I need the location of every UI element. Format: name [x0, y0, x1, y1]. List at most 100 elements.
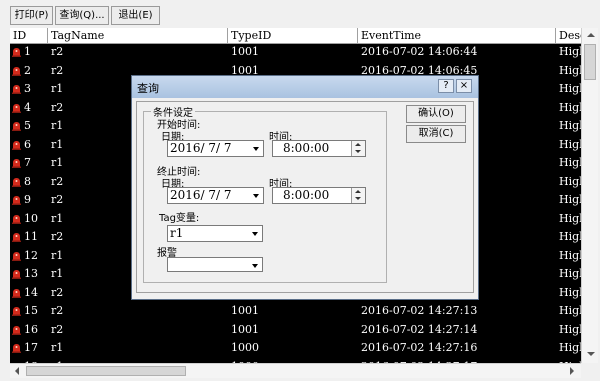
alarm-icon [12, 251, 21, 261]
start-time-value: 8:00:00 [283, 141, 330, 155]
cell-desc: High [559, 193, 581, 206]
cell-desc: High [559, 304, 581, 317]
cell-desc: High [559, 230, 581, 243]
help-button[interactable]: ? [438, 79, 454, 93]
column-header-tagname[interactable]: TagName [48, 28, 228, 43]
scroll-down-arrow-icon[interactable] [587, 352, 595, 356]
toolbar: 打印(P) 查询(Q)... 退出(E) [0, 0, 600, 27]
spinner-arrows-icon[interactable] [351, 141, 365, 156]
cell-desc: High [559, 267, 581, 280]
alarm-icon [12, 307, 21, 316]
alarm-icon [12, 325, 21, 335]
table-row[interactable]: 16 r2 1001 2016-07-02 14:27:14 High [10, 321, 581, 339]
dialog-title-bar[interactable]: 查询 ? × [132, 76, 478, 98]
close-button[interactable]: × [456, 79, 472, 93]
cell-id: 9 [24, 193, 31, 206]
cell-desc: High [559, 82, 581, 95]
column-header-eventtime[interactable]: EventTime [358, 28, 556, 43]
horizontal-scroll-thumb[interactable] [26, 366, 186, 376]
alarm-icon [12, 344, 21, 353]
grid-header: ID TagName TypeID EventTime Desc [10, 28, 581, 44]
table-row[interactable]: 1 r2 1001 2016-07-02 14:06:44 High [10, 43, 581, 61]
cell-id: 12 [24, 248, 38, 262]
cell-tagname: r2 [51, 304, 64, 317]
cell-id: 4 [24, 100, 31, 114]
end-date-picker[interactable]: 2016/ 7/ 7 [167, 187, 264, 204]
cell-desc: High [559, 211, 581, 225]
cell-desc: High [559, 100, 581, 114]
chevron-down-icon[interactable] [249, 226, 262, 241]
end-date-value: 2016/ 7/ 7 [170, 188, 232, 202]
cell-id: 5 [24, 119, 31, 132]
cancel-button[interactable]: 取消(C) [406, 125, 466, 143]
cell-desc: High [559, 45, 581, 58]
chevron-down-icon[interactable] [250, 188, 263, 203]
cell-id: 13 [24, 267, 38, 280]
cell-eventtime: 2016-07-02 14:27:13 [361, 304, 478, 317]
cell-typeid: 1000 [231, 341, 259, 354]
cell-desc: High [559, 248, 581, 262]
table-row[interactable]: 17 r1 1000 2016-07-02 14:27:16 High [10, 339, 581, 357]
cell-id: 16 [24, 322, 38, 336]
spinner-arrows-icon[interactable] [351, 188, 365, 203]
dialog-body: 条件设定 开始时间: 日期: 时间: 2016/ 7/ 7 8:00:00 终止… [136, 101, 474, 293]
alarm-icon [12, 196, 21, 205]
vertical-scroll-thumb[interactable] [584, 44, 596, 80]
cell-desc: High [559, 156, 581, 169]
cell-id: 1 [24, 45, 31, 58]
cell-desc: High [559, 341, 581, 354]
query-dialog: 查询 ? × 条件设定 开始时间: 日期: 时间: 2016/ 7/ 7 8:0… [131, 75, 479, 300]
cell-typeid: 1001 [231, 322, 259, 336]
tag-variable-select[interactable]: r1 [167, 225, 263, 242]
chevron-down-icon[interactable] [249, 258, 262, 271]
exit-button[interactable]: 退出(E) [111, 6, 160, 25]
alarm-icon [12, 85, 21, 94]
column-header-id[interactable]: ID [10, 28, 48, 43]
column-header-desc[interactable]: Desc [556, 28, 581, 43]
table-row[interactable]: 15 r2 1001 2016-07-02 14:27:13 High [10, 302, 581, 320]
cell-typeid: 1001 [231, 45, 259, 58]
alarm-icon [12, 140, 21, 150]
alarm-select[interactable] [167, 257, 263, 272]
cell-tagname: r2 [51, 45, 64, 58]
cell-id: 17 [24, 341, 38, 354]
chevron-down-icon[interactable] [250, 141, 263, 156]
alarm-icon [12, 103, 21, 113]
scroll-right-arrow-icon[interactable] [570, 367, 574, 375]
vertical-scrollbar[interactable] [581, 28, 598, 363]
print-button[interactable]: 打印(P) [10, 6, 53, 25]
cell-id: 7 [24, 156, 31, 169]
cell-eventtime: 2016-07-02 14:27:16 [361, 341, 478, 354]
scroll-up-arrow-icon[interactable] [587, 33, 595, 37]
cell-id: 10 [24, 211, 38, 225]
horizontal-scrollbar[interactable] [10, 363, 581, 378]
column-header-typeid[interactable]: TypeID [228, 28, 358, 43]
cell-id: 6 [24, 137, 31, 151]
cell-eventtime: 2016-07-02 14:27:14 [361, 322, 478, 336]
scroll-left-arrow-icon[interactable] [15, 367, 19, 375]
query-button[interactable]: 查询(Q)... [55, 6, 109, 25]
cell-typeid: 1001 [231, 304, 259, 317]
alarm-icon [12, 288, 21, 298]
cell-tagname: r1 [51, 341, 64, 354]
alarm-icon [12, 48, 21, 57]
cell-id: 2 [24, 63, 31, 77]
start-date-picker[interactable]: 2016/ 7/ 7 [167, 140, 264, 157]
cell-desc: High [559, 174, 581, 188]
cell-id: 8 [24, 174, 31, 188]
dialog-title: 查询 [137, 82, 159, 95]
cell-eventtime: 2016-07-02 14:06:44 [361, 45, 478, 58]
cell-id: 3 [24, 82, 31, 95]
alarm-icon [12, 66, 21, 76]
alarm-icon [12, 122, 21, 131]
ok-button[interactable]: 确认(O) [406, 105, 466, 123]
cell-tagname: r2 [51, 322, 64, 336]
alarm-icon [12, 159, 21, 168]
end-time-spinner[interactable]: 8:00:00 [272, 187, 366, 204]
cell-desc: High [559, 285, 581, 299]
alarm-icon [12, 177, 21, 187]
start-time-spinner[interactable]: 8:00:00 [272, 140, 366, 157]
cell-id: 11 [24, 230, 38, 243]
end-time-value: 8:00:00 [283, 188, 330, 202]
cell-desc: High [559, 322, 581, 336]
